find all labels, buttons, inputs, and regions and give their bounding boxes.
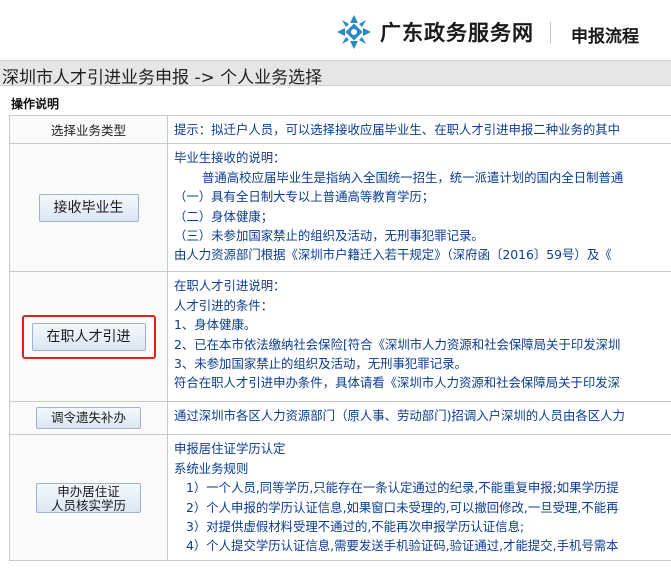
nav-apply-process-link[interactable]: 申报流程 xyxy=(571,22,639,47)
desc-line: 在职人才引进说明： xyxy=(174,278,286,294)
table-header-row: 选择业务类型 提示：拟迁户人员，可以选择接收应届毕业生、在职人才引进申报二种业务… xyxy=(9,114,671,145)
desc-line: 1）一个人员,同等学历,只能存在一条认定通过的纪录,不能重复申报;如果学历提 xyxy=(186,480,619,496)
page-title: 深圳市人才引进业务申报 -> 个人业务选择 xyxy=(2,68,323,88)
desc-line: 3）对提供虚假材料受理不通过的,不能再次申报学历认证信息; xyxy=(186,519,525,535)
desc-line: 申报居住证学历认定 xyxy=(174,441,286,457)
button-label-line: 申办居住证 xyxy=(57,483,120,499)
desc-line: 1、身体健康。 xyxy=(174,317,257,333)
row-description: 在职人才引进说明： 人才引进的条件： 1、身体健康。 2、已在本市依法缴纳社会保… xyxy=(167,271,671,403)
table-row: 接收毕业生 毕业生接收的说明： 普通高校应届毕业生是指纳入全国统一招生，统一派遣… xyxy=(9,143,671,273)
receive-graduates-button[interactable]: 接收毕业生 xyxy=(38,193,139,222)
row-action-cell: 接收毕业生 xyxy=(9,143,168,273)
col-header-hint: 提示：拟迁户人员，可以选择接收应届毕业生、在职人才引进申报二种业务的其中 xyxy=(167,114,671,145)
desc-line: （三）未参加国家禁止的组织及活动，无刑事犯罪记录。 xyxy=(174,228,484,244)
desc-line: 系统业务规则 xyxy=(174,460,249,476)
col-header-business-type: 选择业务类型 xyxy=(9,114,168,145)
residence-permit-degree-verify-button[interactable]: 申办居住证 人员核实学历 xyxy=(35,482,141,513)
desc-line: 3、未参加国家禁止的组织及活动，无刑事犯罪记录。 xyxy=(174,356,467,372)
desc-line: （二）身体健康； xyxy=(174,208,274,224)
desc-line: 普通高校应届毕业生是指纳入全国统一招生，统一派遣计划的国内全日制普通 xyxy=(202,169,624,185)
highlight-box: 在职人才引进 xyxy=(21,314,156,359)
page-title-bar: 深圳市人才引进业务申报 -> 个人业务选择 xyxy=(0,60,671,88)
desc-line: （一）具有全日制大专以上普通高等教育学历； xyxy=(174,189,435,205)
section-label: 操作说明 xyxy=(11,97,60,111)
business-selection-table: 选择业务类型 提示：拟迁户人员，可以选择接收应届毕业生、在职人才引进申报二种业务… xyxy=(9,114,671,561)
desc-line: 4）个人提交学历认证信息,需要发送手机验证码,验证通过,才能提交,手机号需本 xyxy=(186,538,619,554)
brand-logo[interactable]: 广东政务服务网 xyxy=(336,14,534,50)
row-action-cell: 申办居住证 人员核实学历 xyxy=(9,434,168,561)
gd-gov-service-logo-icon xyxy=(337,15,371,49)
desc-line: 人才引进的条件： xyxy=(174,297,274,313)
desc-line: 符合在职人才引进申办条件，具体请看《深圳市人力资源和社会保障局关于印发深 xyxy=(174,375,621,391)
table-row: 申办居住证 人员核实学历 申报居住证学历认定 系统业务规则 1）一个人员,同等学… xyxy=(9,434,671,561)
header-divider xyxy=(550,22,551,44)
button-label-line: 人员核实学历 xyxy=(50,497,126,513)
desc-line: 2）个人申报的学历认证信息,如果窗口未受理的,可以撤回修改,一旦受理,不能再 xyxy=(186,499,619,515)
desc-line: 2、已在本市依法缴纳社会保险[符合《深圳市人力资源和社会保障局关于印发深圳 xyxy=(174,336,621,352)
in-service-talent-button[interactable]: 在职人才引进 xyxy=(31,322,146,351)
desc-line: 毕业生接收的说明： xyxy=(174,150,286,166)
site-header: 广东政务服务网 申报流程 xyxy=(0,0,671,60)
row-description: 毕业生接收的说明： 普通高校应届毕业生是指纳入全国统一招生，统一派遣计划的国内全… xyxy=(167,143,671,273)
row-action-cell: 在职人才引进 xyxy=(9,271,168,403)
row-description: 通过深圳市各区人力资源部门（原人事、劳动部门)招调入户深圳的人员由各区人力 xyxy=(167,401,671,436)
table-row: 调令遗失补办 通过深圳市各区人力资源部门（原人事、劳动部门)招调入户深圳的人员由… xyxy=(9,401,671,436)
brand-name: 广东政务服务网 xyxy=(380,21,534,45)
row-description: 申报居住证学历认定 系统业务规则 1）一个人员,同等学历,只能存在一条认定通过的… xyxy=(167,434,671,561)
table-row: 在职人才引进 在职人才引进说明： 人才引进的条件： 1、身体健康。 2、已在本市… xyxy=(9,271,671,403)
row-action-cell: 调令遗失补办 xyxy=(9,401,168,436)
lost-transfer-order-button[interactable]: 调令遗失补办 xyxy=(35,407,141,430)
desc-line: 由人力资源部门根据《深圳市户籍迁入若干规定》（深府函〔2016〕59号）及《 xyxy=(174,247,612,263)
desc-line: 通过深圳市各区人力资源部门（原人事、劳动部门)招调入户深圳的人员由各区人力 xyxy=(174,408,625,424)
